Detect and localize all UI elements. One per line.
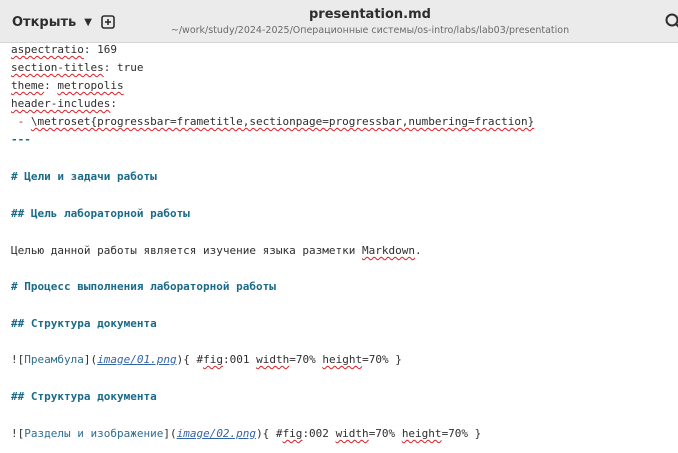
list-bullet: - [11, 115, 31, 128]
image-attrs-open: ){ # [176, 353, 204, 366]
new-document-icon [101, 15, 115, 29]
yaml-value: : 169 [83, 43, 117, 56]
editor-line: header-includes: [11, 97, 117, 111]
image-alt-text: Разделы и изображение [24, 427, 164, 440]
paragraph-end: . [414, 244, 422, 257]
image-link-line: ![Преамбула](image/01.png){ #fig:001 wid… [11, 353, 402, 367]
image-mid: ]( [163, 427, 177, 440]
image-url: image/01.png [97, 353, 177, 366]
search-button[interactable] [664, 12, 678, 32]
paragraph-line: Целью данной работы является изучение яз… [11, 244, 422, 258]
text-editor-area[interactable]: aspectratio: 169 section-titles: true th… [0, 43, 678, 453]
editor-line: - \metroset{progressbar=frametitle,secti… [11, 115, 535, 129]
heading-2: ## Структура документа [11, 317, 157, 330]
file-path: ~/work/study/2024-2025/Операционные сист… [170, 25, 570, 36]
window-title: presentation.md [309, 7, 431, 22]
image-url: image/02.png [176, 427, 257, 440]
yaml-value: metropolis [57, 79, 124, 92]
latex-command: \metroset{progressbar=frametitle,section… [30, 115, 535, 128]
misspelled-word: Markdown [362, 244, 415, 257]
yaml-key: section-titles [11, 61, 104, 74]
image-open: ![ [11, 427, 25, 440]
height-attr: height [401, 427, 442, 440]
fig-label: fig [282, 427, 303, 440]
heading-1: # Процесс выполнения лабораторной работы [11, 280, 276, 293]
open-button-label: Открыть [12, 14, 77, 30]
yaml-value: : true [103, 61, 144, 74]
search-icon [665, 13, 678, 28]
paragraph-text: Целью данной работы является изучение яз… [11, 244, 362, 257]
yaml-separator: : [44, 79, 58, 92]
width-value: =70% [289, 353, 323, 366]
image-link-line: ![Разделы и изображение](image/02.png){ … [11, 427, 481, 441]
width-attr: width [256, 353, 290, 366]
image-open: ![ [11, 353, 25, 366]
open-button[interactable]: Открыть ▼ [6, 8, 98, 36]
height-value: =70% } [362, 353, 402, 366]
image-alt-text: Преамбула [24, 353, 84, 366]
heading-2: ## Структура документа [11, 390, 157, 403]
editor-line: section-titles: true [11, 61, 143, 75]
height-attr: height [322, 353, 363, 366]
width-value: =70% [368, 427, 402, 440]
image-mid: ]( [83, 353, 98, 366]
window-title-area: presentation.md ~/work/study/2024-2025/О… [170, 7, 570, 37]
heading-2: ## Цель лабораторной работы [11, 207, 190, 220]
width-attr: width [335, 427, 369, 440]
chevron-down-icon: ▼ [84, 16, 92, 28]
yaml-key: aspectratio [11, 43, 84, 56]
height-value: =70% } [441, 427, 482, 440]
yaml-key: header-includes [11, 97, 111, 110]
image-attrs-open: ){ # [256, 427, 283, 440]
fig-id: :002 [302, 427, 336, 440]
fig-id: :001 [222, 353, 257, 366]
heading-1: # Цели и задачи работы [11, 170, 157, 183]
yaml-key: theme [11, 79, 45, 92]
frontmatter-delimiter: --- [11, 133, 31, 146]
new-document-button[interactable] [96, 10, 120, 34]
header-bar: Открыть ▼ presentation.md ~/work/study/2… [0, 0, 678, 43]
fig-label: fig [203, 353, 223, 366]
editor-line: theme: metropolis [11, 79, 124, 93]
yaml-value: : [110, 97, 117, 110]
editor-line: aspectratio: 169 [11, 43, 117, 57]
